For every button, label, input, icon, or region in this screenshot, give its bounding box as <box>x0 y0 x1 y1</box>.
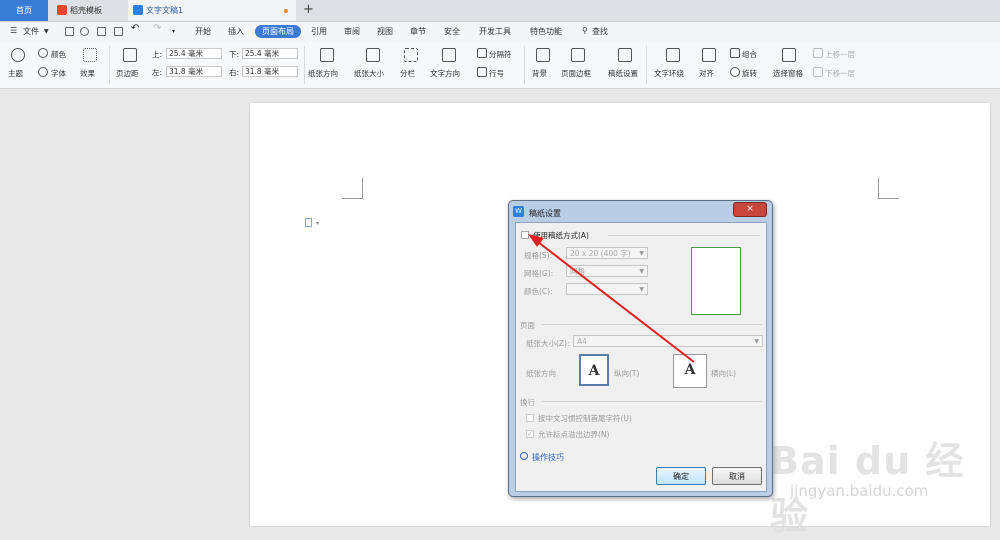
annotation-arrow <box>528 234 695 363</box>
annotation-arrow-line <box>537 241 695 363</box>
